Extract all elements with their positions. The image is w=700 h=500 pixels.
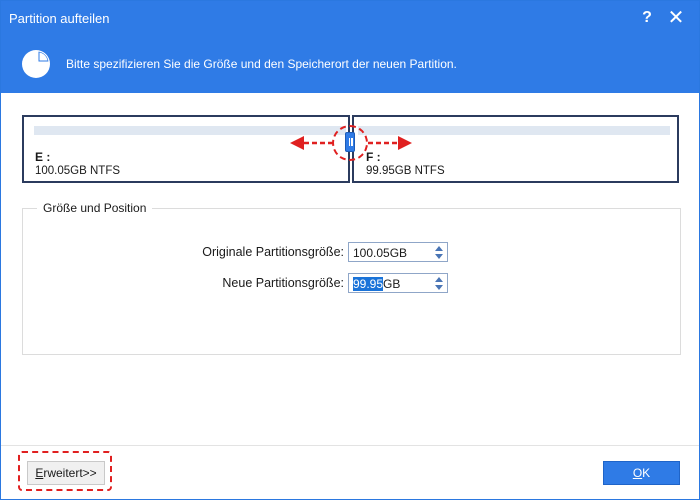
size-unit: GB [383, 277, 401, 291]
pie-chart-icon [22, 50, 50, 78]
advanced-label: rweitert>> [43, 466, 97, 480]
mnemonic-letter: O [632, 466, 643, 480]
new-size-value[interactable]: 99.95GB [353, 277, 400, 291]
drive-info: 100.05GB NTFS [35, 165, 121, 177]
spin-arrows [433, 244, 445, 260]
ok-button[interactable]: OK [603, 461, 680, 485]
banner-text: Bitte spezifizieren Sie die Größe und de… [66, 57, 457, 71]
window-title: Partition aufteilen [9, 11, 110, 26]
selected-number: 99.95 [353, 277, 384, 291]
original-size-label: Originale Partitionsgröße: [202, 245, 344, 259]
group-title: Größe und Position [37, 201, 153, 215]
dialog-window: Partition aufteilen ? ✕ Bitte spezifizie… [0, 0, 700, 500]
new-size-spinbox[interactable]: 99.95GB [348, 273, 448, 293]
footer-divider [1, 445, 699, 446]
spin-up-icon[interactable] [435, 277, 443, 282]
close-button[interactable]: ✕ [662, 5, 690, 31]
instruction-banner: Bitte spezifizieren Sie die Größe und de… [1, 37, 699, 93]
ok-label: K [642, 466, 651, 480]
original-size-value: 100.05GB [353, 246, 408, 260]
help-button[interactable]: ? [633, 5, 661, 31]
title-bar: Partition aufteilen ? ✕ [1, 1, 699, 37]
spin-down-icon[interactable] [435, 254, 443, 259]
original-size-spinbox[interactable]: 100.05GB [348, 242, 448, 262]
spin-up-icon[interactable] [435, 246, 443, 251]
partition-splitter-handle[interactable] [345, 132, 355, 152]
drive-letter: E : [35, 150, 51, 164]
advanced-button[interactable]: Erweitert>> [27, 461, 105, 485]
new-size-label: Neue Partitionsgröße: [222, 276, 344, 290]
spin-arrows [433, 275, 445, 291]
spin-down-icon[interactable] [435, 285, 443, 290]
drive-info: 99.95GB NTFS [366, 165, 445, 177]
